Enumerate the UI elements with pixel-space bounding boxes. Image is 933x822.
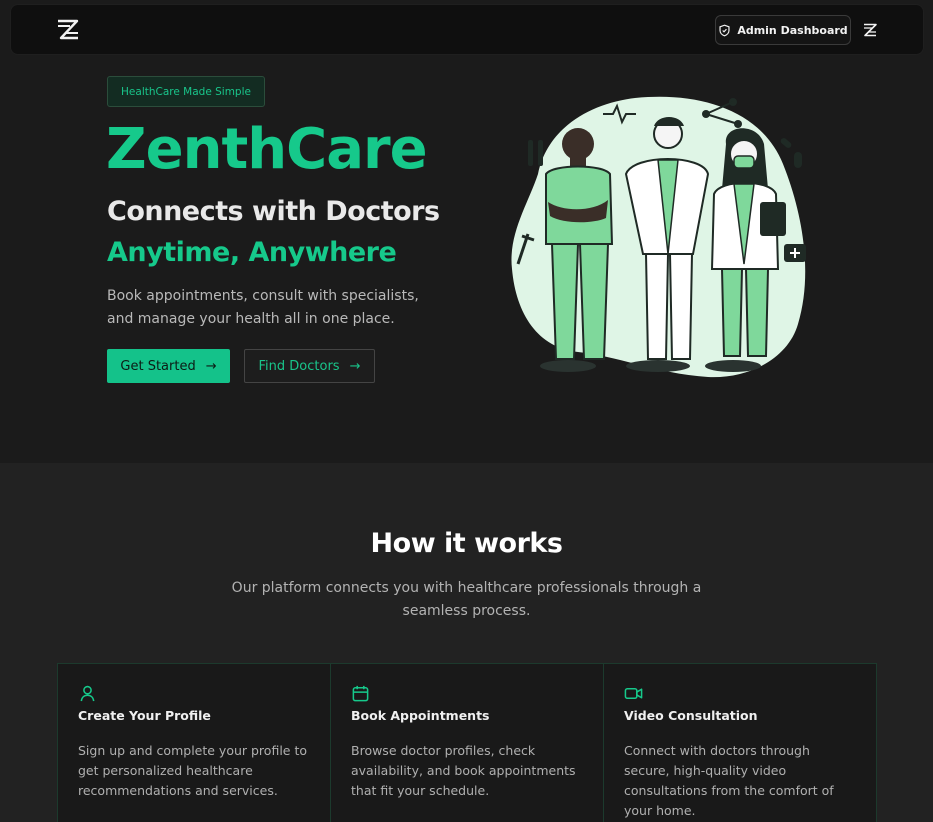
navbar: Admin Dashboard <box>10 4 924 55</box>
user-menu-icon[interactable] <box>862 22 878 38</box>
arrow-right-icon: → <box>205 358 217 374</box>
section-title: How it works <box>370 528 563 559</box>
get-started-label: Get Started <box>120 358 196 374</box>
hero-title: ZenthCare <box>106 117 428 182</box>
feature-card: Video Consultation Connect with doctors … <box>604 664 876 822</box>
feature-card-title: Video Consultation <box>624 708 758 723</box>
feature-card-title: Create Your Profile <box>78 708 211 723</box>
hero-tagline: Anytime, Anywhere <box>107 237 397 268</box>
feature-card: Create Your Profile Sign up and complete… <box>58 664 331 822</box>
user-icon <box>80 685 95 702</box>
find-doctors-button[interactable]: Find Doctors → <box>244 349 375 383</box>
zenthcare-logo-icon[interactable] <box>55 17 81 43</box>
feature-card-description: Connect with doctors through secure, hig… <box>624 743 834 818</box>
hero-badge: HealthCare Made Simple <box>107 76 265 107</box>
feature-card-title: Book Appointments <box>351 708 490 723</box>
feature-cards: Create Your Profile Sign up and complete… <box>57 663 877 822</box>
shield-icon <box>719 24 730 36</box>
section-description: Our platform connects you with healthcar… <box>231 580 702 619</box>
feature-card-description: Sign up and complete your profile to get… <box>78 743 308 798</box>
video-icon <box>624 687 643 700</box>
get-started-button[interactable]: Get Started → <box>107 349 230 383</box>
feature-card: Book Appointments Browse doctor profiles… <box>331 664 604 822</box>
calendar-icon <box>352 685 369 702</box>
arrow-right-icon: → <box>349 358 361 374</box>
hero-description: Book appointments, consult with speciali… <box>107 288 419 327</box>
feature-card-description: Browse doctor profiles, check availabili… <box>351 743 576 798</box>
hero-subtitle: Connects with Doctors <box>107 196 440 227</box>
admin-dashboard-label: Admin Dashboard <box>737 23 848 37</box>
doctors-illustration <box>511 96 806 378</box>
find-doctors-label: Find Doctors <box>258 358 340 374</box>
admin-dashboard-button[interactable]: Admin Dashboard <box>715 15 851 45</box>
